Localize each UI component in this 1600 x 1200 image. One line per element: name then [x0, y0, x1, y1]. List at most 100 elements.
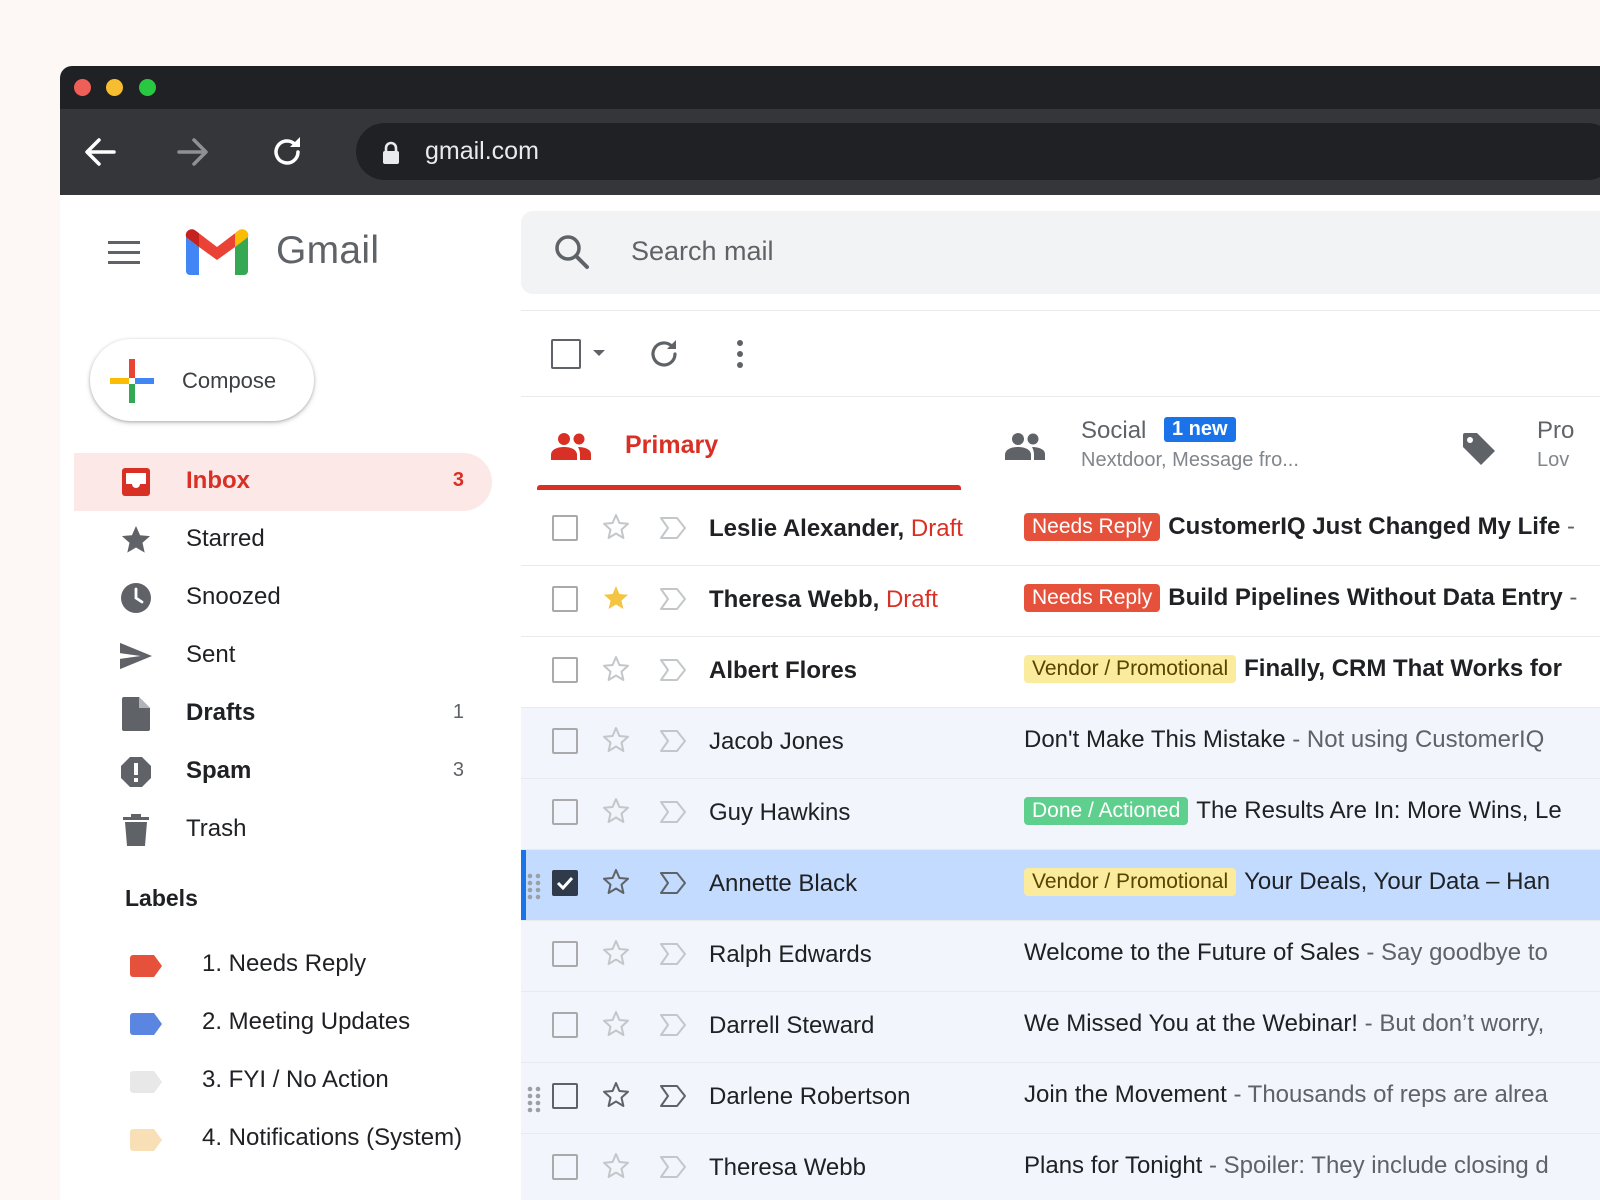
star-icon[interactable] — [602, 1081, 630, 1109]
email-subject: Join the Movement — [1024, 1081, 1227, 1108]
important-marker-icon[interactable] — [659, 1155, 687, 1179]
email-row[interactable]: Albert Flores Vendor / Promotional Finally… — [521, 637, 1600, 708]
row-checkbox[interactable] — [552, 1154, 578, 1180]
email-subject: CustomerIQ Just Changed My Life — [1168, 513, 1561, 540]
sidebar-item-sent[interactable]: Sent — [74, 627, 492, 685]
star-icon[interactable] — [602, 797, 630, 825]
back-button[interactable] — [75, 127, 125, 177]
email-row[interactable]: Darrell Steward We Missed You at the Webi… — [521, 992, 1600, 1063]
label-item-notifications[interactable]: 4. Notifications (System) — [74, 1110, 492, 1168]
search-bar[interactable]: Search mail — [521, 211, 1600, 294]
email-row[interactable]: Jacob Jones Don't Make This Mistake - Not… — [521, 708, 1600, 779]
star-icon[interactable] — [602, 513, 630, 541]
label-chip[interactable]: Vendor / Promotional — [1024, 868, 1237, 896]
row-checkbox[interactable] — [552, 1083, 578, 1109]
important-marker-icon[interactable] — [659, 800, 687, 824]
labels-heading: Labels — [125, 885, 198, 911]
row-checkbox[interactable] — [552, 657, 578, 683]
sender-name: Ralph Edwards — [709, 941, 872, 969]
row-checkbox[interactable] — [552, 870, 578, 896]
sidebar-item-spam[interactable]: Spam 3 — [74, 743, 492, 801]
label-tag-icon — [130, 1129, 162, 1151]
star-icon[interactable] — [602, 1152, 630, 1180]
sidebar-item-snoozed[interactable]: Snoozed — [74, 569, 492, 627]
label-item-fyi[interactable]: 3. FYI / No Action — [74, 1052, 492, 1110]
row-checkbox[interactable] — [552, 941, 578, 967]
important-marker-icon[interactable] — [659, 1013, 687, 1037]
refresh-icon[interactable] — [647, 337, 681, 371]
select-all-checkbox[interactable] — [551, 339, 581, 369]
subject-line: Needs Reply Build Pipelines Without Data … — [1024, 584, 1577, 612]
star-icon[interactable] — [602, 939, 630, 967]
plus-icon — [110, 359, 154, 403]
more-vert-icon[interactable] — [734, 339, 746, 369]
label-chip[interactable]: Needs Reply — [1024, 513, 1161, 541]
spam-count: 3 — [452, 759, 464, 781]
search-input[interactable]: Search mail — [631, 236, 774, 267]
row-checkbox[interactable] — [552, 728, 578, 754]
important-marker-icon[interactable] — [659, 516, 687, 540]
row-checkbox[interactable] — [552, 586, 578, 612]
important-marker-icon[interactable] — [659, 658, 687, 682]
label-chip[interactable]: Vendor / Promotional — [1024, 655, 1237, 683]
active-tab-indicator — [537, 485, 961, 490]
row-checkbox[interactable] — [552, 515, 578, 541]
search-icon[interactable] — [553, 233, 591, 271]
label-name: 3. FYI / No Action — [202, 1066, 389, 1093]
address-bar[interactable]: gmail.com — [356, 123, 1600, 180]
row-checkbox[interactable] — [552, 799, 578, 825]
sidebar-item-trash[interactable]: Trash — [74, 801, 492, 859]
drag-handle-icon[interactable] — [527, 872, 541, 900]
main-menu-button[interactable] — [104, 235, 144, 271]
label-item-needs-reply[interactable]: 1. Needs Reply — [74, 936, 492, 994]
important-marker-icon[interactable] — [659, 729, 687, 753]
forward-button[interactable] — [168, 127, 218, 177]
gmail-logo[interactable] — [184, 227, 250, 279]
email-row[interactable]: Theresa Webb, Draft Needs Reply Build Pipe… — [521, 566, 1600, 637]
divider — [521, 310, 1600, 311]
star-icon[interactable] — [602, 655, 630, 683]
email-subject: Your Deals, Your Data – Han — [1244, 868, 1551, 895]
email-row[interactable]: Annette Black Vendor / Promotional Your De… — [521, 850, 1600, 921]
label-tag-icon — [130, 1071, 162, 1093]
label-chip[interactable]: Done / Actioned — [1024, 797, 1189, 825]
star-icon[interactable] — [602, 584, 630, 612]
compose-button[interactable]: Compose — [90, 339, 314, 421]
email-row[interactable]: Ralph Edwards Welcome to the Future of Sa… — [521, 921, 1600, 992]
important-marker-icon[interactable] — [659, 942, 687, 966]
sidebar-item-inbox[interactable]: Inbox 3 — [74, 453, 492, 511]
important-marker-icon[interactable] — [659, 871, 687, 895]
email-row[interactable]: Guy Hawkins Done / Actioned The Results Ar… — [521, 779, 1600, 850]
sidebar-nav: Inbox 3 Starred Snoozed Sent Drafts 1 Sp… — [74, 453, 492, 859]
sidebar-item-drafts[interactable]: Drafts 1 — [74, 685, 492, 743]
lock-icon — [383, 141, 399, 164]
caret-down-icon[interactable] — [592, 348, 606, 358]
drag-handle-icon[interactable] — [527, 1085, 541, 1113]
reload-button[interactable] — [262, 127, 312, 177]
sidebar-item-label: Sent — [186, 641, 236, 668]
close-window-button[interactable] — [74, 79, 91, 96]
sidebar-item-starred[interactable]: Starred — [74, 511, 492, 569]
subject-line: Don't Make This Mistake - Not using Cust… — [1024, 726, 1544, 754]
important-marker-icon[interactable] — [659, 587, 687, 611]
star-icon[interactable] — [602, 1010, 630, 1038]
sender-name: Albert Flores — [709, 657, 857, 685]
label-chip[interactable]: Needs Reply — [1024, 584, 1161, 612]
browser-toolbar: gmail.com — [60, 109, 1600, 195]
sender-text: Jacob Jones — [709, 728, 844, 755]
tab-snippet: Nextdoor, Message fro... — [1081, 449, 1299, 471]
star-icon[interactable] — [602, 868, 630, 896]
maximize-window-button[interactable] — [139, 79, 156, 96]
email-row[interactable]: Theresa Webb Plans for Tonight - Spoiler:… — [521, 1134, 1600, 1200]
sender-name: Annette Black — [709, 870, 857, 898]
email-row[interactable]: Darlene Robertson Join the Movement - Tho… — [521, 1063, 1600, 1134]
tab-label: Pro — [1537, 417, 1575, 444]
label-item-meeting-updates[interactable]: 2. Meeting Updates — [74, 994, 492, 1052]
star-icon[interactable] — [602, 726, 630, 754]
sidebar-item-label: Inbox — [186, 467, 250, 494]
email-row[interactable]: Leslie Alexander, Draft Needs Reply Custom… — [521, 495, 1600, 566]
row-checkbox[interactable] — [552, 1012, 578, 1038]
email-snippet: - But don’t worry, — [1357, 1010, 1545, 1037]
important-marker-icon[interactable] — [659, 1084, 687, 1108]
minimize-window-button[interactable] — [106, 79, 123, 96]
